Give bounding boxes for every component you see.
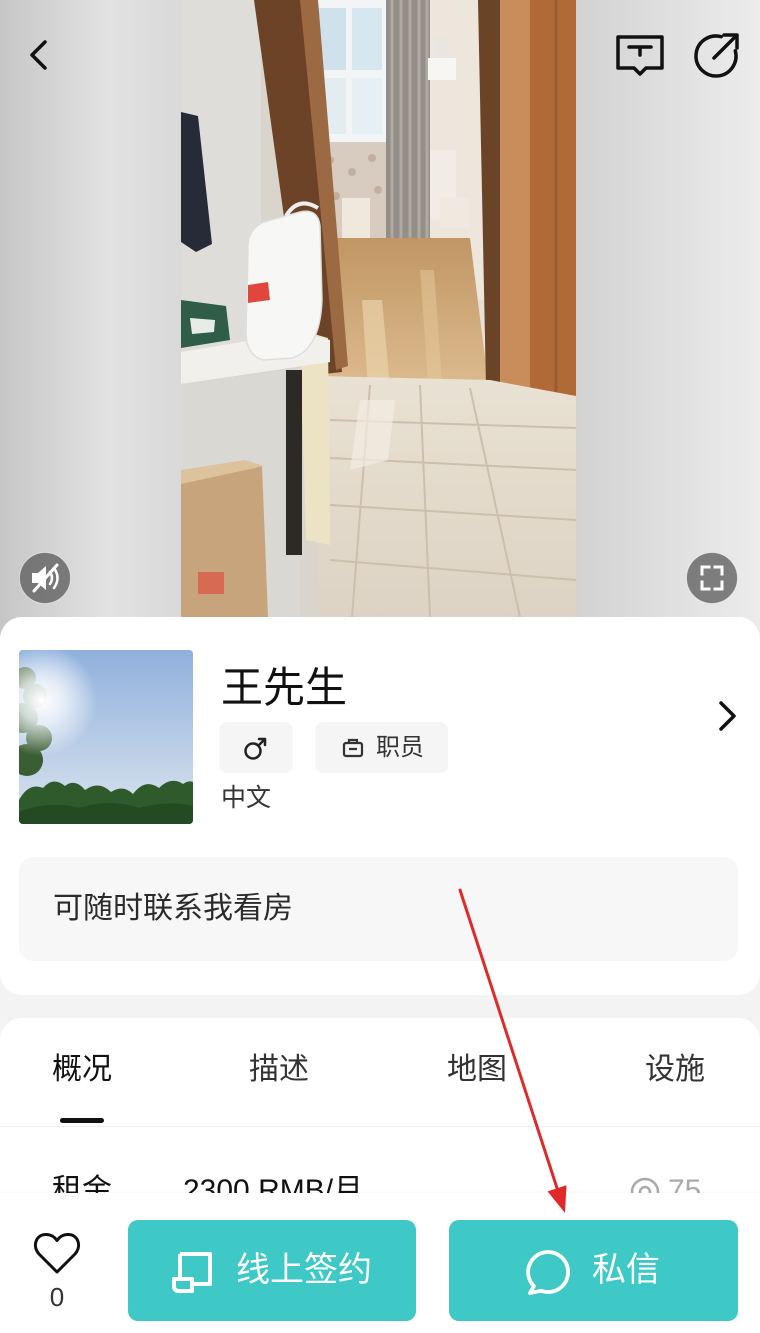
tab-overview[interactable]: 概况 — [32, 1045, 132, 1095]
tab-description[interactable]: 描述 — [229, 1045, 329, 1095]
online-sign-label: 线上签约 — [236, 1251, 372, 1289]
avatar-image — [19, 650, 193, 824]
active-tab-indicator — [60, 1118, 104, 1123]
room-video-frame — [0, 0, 760, 640]
private-message-label: 私信 — [592, 1251, 660, 1289]
tab-divider — [0, 1126, 760, 1127]
chevron-left-icon — [30, 40, 47, 70]
chevron-right-icon — [719, 701, 736, 731]
profile-detail-button[interactable] — [714, 699, 740, 733]
gender-tag — [219, 722, 293, 773]
occupation-label: 职员 — [376, 734, 424, 761]
back-button[interactable] — [26, 38, 54, 72]
document-icon — [172, 1252, 212, 1293]
listing-video[interactable] — [0, 0, 760, 640]
private-message-button[interactable]: 私信 — [449, 1220, 738, 1321]
share-button[interactable] — [690, 30, 742, 82]
tab-map[interactable]: 地图 — [427, 1045, 527, 1095]
message-square-icon — [616, 35, 664, 76]
landlord-message: 可随时联系我看房 — [53, 892, 293, 925]
language-label: 中文 — [221, 784, 272, 812]
occupation-tag: 职员 — [315, 722, 448, 773]
bottom-action-bar: 0 线上签约 私信 — [0, 1193, 760, 1333]
share-icon — [694, 33, 739, 78]
like-button[interactable] — [33, 1231, 81, 1275]
heart-icon — [33, 1232, 81, 1274]
briefcase-icon — [342, 738, 364, 758]
tab-facilities[interactable]: 设施 — [625, 1045, 725, 1095]
fullscreen-button[interactable] — [686, 552, 738, 604]
mute-button[interactable] — [19, 552, 71, 604]
landlord-profile-card: 王先生 职员 中文 可随时联系我看房 — [0, 617, 760, 995]
male-icon — [244, 737, 267, 760]
landlord-name: 王先生 — [221, 664, 348, 711]
online-sign-button[interactable]: 线上签约 — [128, 1220, 416, 1321]
message-button[interactable] — [614, 32, 666, 78]
avatar[interactable] — [19, 650, 193, 824]
chat-bubble-icon — [526, 1250, 570, 1295]
landlord-message-box: 可随时联系我看房 — [19, 857, 738, 961]
like-count: 0 — [49, 1282, 65, 1312]
